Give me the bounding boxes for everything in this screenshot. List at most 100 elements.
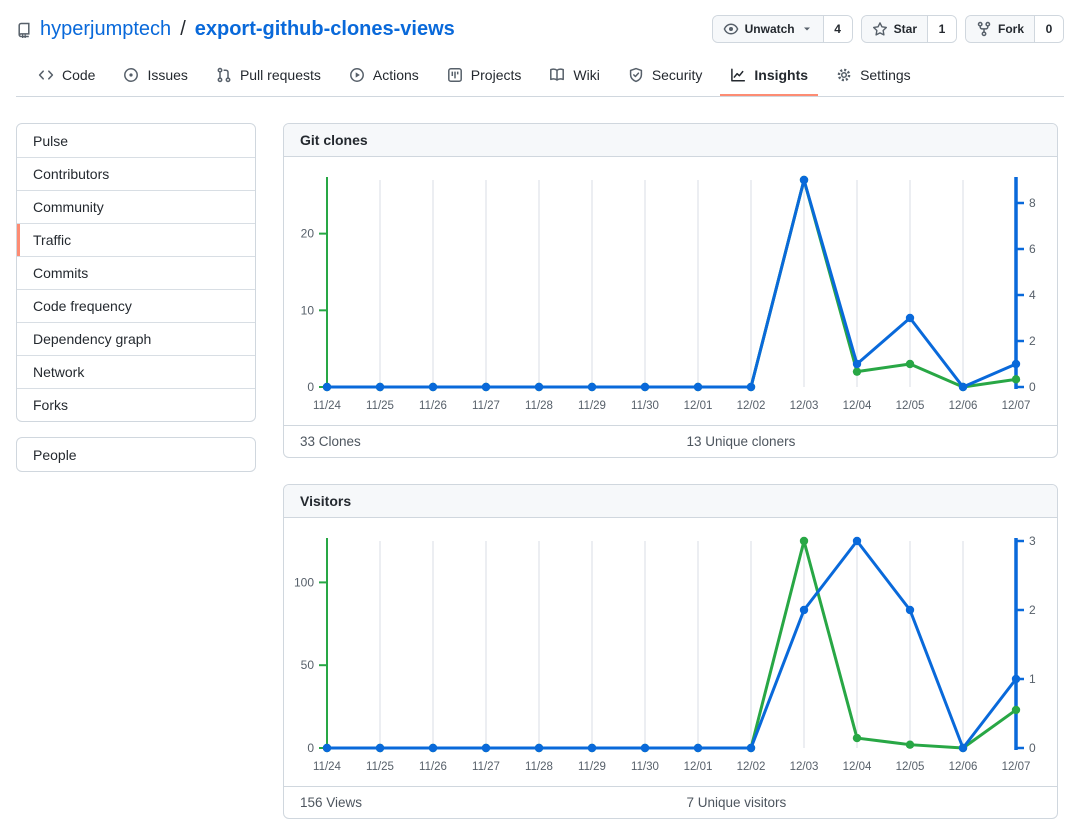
views-data-point[interactable] [800,537,808,545]
clones-data-point[interactable] [906,360,914,368]
breadcrumb-owner[interactable]: hyperjumptech [40,18,171,41]
unique-visitors-data-point[interactable] [800,606,808,614]
star-button[interactable]: Star [862,16,927,42]
x-axis-label: 11/26 [419,400,447,412]
sidebar-item-label: Community [33,199,104,215]
views-data-point[interactable] [853,734,861,742]
unique-visitors-data-point[interactable] [482,744,490,752]
star-icon [872,21,888,37]
clones-line [327,180,1016,387]
unwatch-button[interactable]: Unwatch [713,16,823,42]
unique-cloners-line [327,180,1016,387]
x-axis-label: 11/28 [525,400,553,412]
unique-cloners-data-point[interactable] [535,383,543,391]
unique-visitors-data-point[interactable] [959,744,967,752]
sidebar-item-network[interactable]: Network [17,355,255,388]
shield-icon [628,67,644,83]
breadcrumb-repo[interactable]: export-github-clones-views [195,18,455,41]
visitors-card: Visitors 11/2411/2511/2611/2711/2811/291… [283,484,1058,819]
unique-visitors-data-point[interactable] [747,744,755,752]
right-axis-tick-label: 1 [1029,672,1036,686]
x-axis-label: 11/25 [366,761,394,773]
sidebar-item-pulse[interactable]: Pulse [17,124,255,157]
tab-projects[interactable]: Projects [437,58,532,96]
unique-cloners-data-point[interactable] [323,383,331,391]
unique-cloners-data-point[interactable] [429,383,437,391]
unique-visitors-data-point[interactable] [906,606,914,614]
sidebar-item-people[interactable]: People [17,438,255,471]
x-axis-label: 11/24 [313,400,342,412]
unique-cloners-data-point[interactable] [641,383,649,391]
tab-label: Wiki [573,67,599,83]
right-axis-tick-label: 0 [1029,741,1036,755]
clones-data-point[interactable] [853,367,861,375]
tab-label: Security [652,67,703,83]
x-axis-label: 12/07 [1002,400,1031,412]
visitors-title: Visitors [284,485,1057,518]
unique-cloners-data-point[interactable] [906,314,914,322]
left-axis-tick-label: 20 [301,227,315,241]
tab-settings[interactable]: Settings [826,58,921,96]
sidebar-item-commits[interactable]: Commits [17,256,255,289]
unique-cloners-data-point[interactable] [800,176,808,184]
tab-code[interactable]: Code [28,58,105,96]
unwatch-label: Unwatch [745,22,795,36]
unique-visitors-data-point[interactable] [429,744,437,752]
x-axis-label: 11/30 [631,761,659,773]
sidebar-item-forks[interactable]: Forks [17,388,255,421]
unique-visitors-data-point[interactable] [376,744,384,752]
x-axis-label: 11/27 [472,400,500,412]
unique-visitors-total: 7 Unique visitors [671,787,1058,818]
tab-wiki[interactable]: Wiki [539,58,609,96]
sidebar-item-dependency-graph[interactable]: Dependency graph [17,322,255,355]
unique-cloners-data-point[interactable] [747,383,755,391]
fork-icon [976,21,992,37]
tab-actions[interactable]: Actions [339,58,429,96]
visitors-chart[interactable]: 11/2411/2511/2611/2711/2811/2911/3012/01… [284,518,1057,786]
unique-cloners-data-point[interactable] [853,360,861,368]
sidebar-item-label: Code frequency [33,298,132,314]
clones-data-point[interactable] [1012,375,1020,383]
unique-visitors-data-point[interactable] [694,744,702,752]
sidebar-item-traffic[interactable]: Traffic [17,223,255,256]
fork-count[interactable]: 0 [1034,16,1063,42]
breadcrumb-separator: / [179,18,187,41]
unique-visitors-data-point[interactable] [535,744,543,752]
tab-pull-requests[interactable]: Pull requests [206,58,331,96]
unique-cloners-data-point[interactable] [694,383,702,391]
star-count[interactable]: 1 [927,16,956,42]
unique-visitors-data-point[interactable] [588,744,596,752]
sidebar-item-community[interactable]: Community [17,190,255,223]
x-axis-label: 12/02 [737,761,766,773]
views-data-point[interactable] [1012,706,1020,714]
git-clones-card: Git clones 11/2411/2511/2611/2711/2811/2… [283,123,1058,458]
unique-visitors-data-point[interactable] [323,744,331,752]
unwatch-count[interactable]: 4 [823,16,852,42]
unique-cloners-data-point[interactable] [1012,360,1020,368]
unique-cloners-data-point[interactable] [959,383,967,391]
graph-icon [730,67,746,83]
sidebar-item-contributors[interactable]: Contributors [17,157,255,190]
visitors-footer: 156 Views 7 Unique visitors [284,786,1057,818]
x-axis-label: 11/29 [578,761,606,773]
unique-cloners-data-point[interactable] [482,383,490,391]
tab-security[interactable]: Security [618,58,713,96]
tab-insights[interactable]: Insights [720,58,818,96]
tab-issues[interactable]: Issues [113,58,197,96]
unique-cloners-data-point[interactable] [376,383,384,391]
unique-visitors-data-point[interactable] [641,744,649,752]
sidebar-item-code-frequency[interactable]: Code frequency [17,289,255,322]
unique-visitors-data-point[interactable] [1012,675,1020,683]
unique-visitors-data-point[interactable] [853,537,861,545]
unique-cloners-data-point[interactable] [588,383,596,391]
tab-label: Issues [147,67,187,83]
tab-label: Code [62,67,95,83]
views-data-point[interactable] [906,740,914,748]
x-axis-label: 12/03 [790,761,819,773]
git-clones-chart[interactable]: 11/2411/2511/2611/2711/2811/2911/3012/01… [284,157,1057,425]
x-axis-label: 12/05 [896,761,925,773]
clones-total: 33 Clones [284,426,671,457]
x-axis-label: 12/01 [684,400,713,412]
fork-button[interactable]: Fork [966,16,1034,42]
sidebar-item-label: Traffic [33,232,71,248]
